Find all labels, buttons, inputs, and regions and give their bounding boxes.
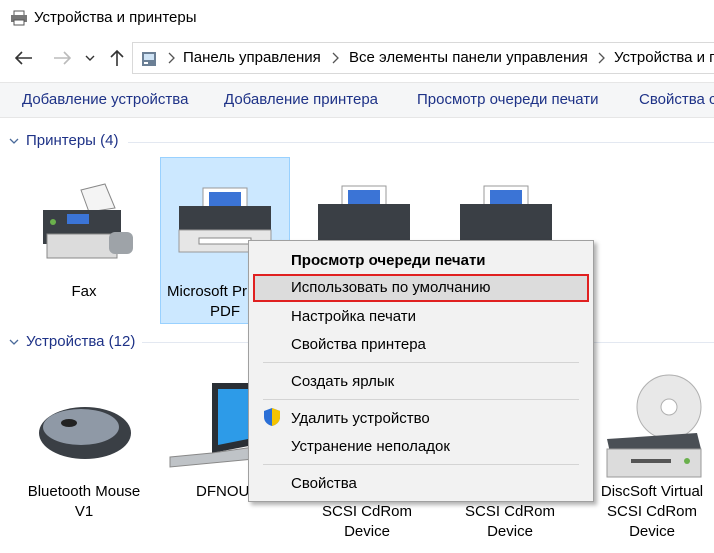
cdrom-icon [606, 374, 702, 478]
group-header-printers[interactable]: Принтеры (4) [8, 132, 118, 149]
device-label-line1: DiscSoft Virtual [600, 483, 704, 500]
device-label-line1: SCSI CdRom [464, 503, 556, 520]
shield-icon [264, 408, 280, 426]
navigation-bar: Панель управления Все элементы панели уп… [0, 38, 714, 78]
chevron-right-icon [598, 52, 605, 64]
see-print-queue-button[interactable]: Просмотр очереди печати [417, 91, 599, 108]
menu-item-remove-device[interactable]: Удалить устройство [291, 410, 430, 427]
chevron-down-icon [85, 55, 95, 61]
group-title-printers: Принтеры (4) [26, 132, 119, 149]
device-printer[interactable] [442, 160, 570, 240]
recent-locations-button[interactable] [82, 47, 98, 69]
device-fax[interactable]: Fax [20, 160, 148, 310]
group-divider [594, 342, 714, 343]
device-label-line2: V1 [74, 503, 94, 520]
forward-button[interactable] [51, 47, 73, 69]
device-bluetooth-mouse[interactable]: Bluetooth Mouse V1 [20, 365, 148, 525]
address-bar[interactable]: Панель управления Все элементы панели уп… [132, 42, 714, 74]
add-device-button[interactable]: Добавление устройства [22, 91, 188, 108]
device-label-line2: Device [344, 523, 390, 540]
group-title-devices: Устройства (12) [26, 333, 136, 350]
device-label-line3: Device [629, 523, 675, 540]
device-label-line2: Device [487, 523, 533, 540]
printer-icon [460, 185, 552, 240]
title-bar: Устройства и принтеры [0, 0, 714, 36]
group-divider [128, 142, 714, 143]
window-title: Устройства и принтеры [34, 9, 197, 26]
breadcrumb-control-panel[interactable]: Панель управления [183, 49, 321, 66]
laptop-icon [169, 383, 254, 468]
device-discsoft-virtual-cdrom[interactable]: DiscSoft Virtual SCSI CdRom Device [588, 365, 714, 550]
arrow-left-icon [15, 51, 32, 65]
command-bar: Добавление устройства Добавление принтер… [0, 82, 714, 118]
arrow-right-icon [54, 51, 71, 65]
properties-button[interactable]: Свойства с [639, 91, 714, 108]
breadcrumb-devices-printers[interactable]: Устройства и п [614, 49, 714, 66]
fax-icon [43, 183, 133, 259]
menu-item-see-print-queue[interactable]: Просмотр очереди печати [291, 252, 486, 269]
menu-item-create-shortcut[interactable]: Создать ярлык [291, 373, 394, 390]
menu-item-troubleshoot[interactable]: Устранение неполадок [291, 438, 450, 455]
group-header-devices[interactable]: Устройства (12) [8, 333, 135, 350]
context-menu: Просмотр очереди печати Использовать по … [248, 240, 594, 502]
device-printer[interactable] [300, 160, 428, 240]
add-printer-button[interactable]: Добавление принтера [224, 91, 378, 108]
breadcrumb-all-items[interactable]: Все элементы панели управления [349, 49, 588, 66]
device-label: Fax [71, 283, 97, 300]
menu-separator [263, 399, 579, 400]
device-label-line1: SCSI CdRom [321, 503, 413, 520]
control-panel-icon [142, 52, 156, 66]
menu-item-set-default[interactable]: Использовать по умолчанию [291, 279, 490, 296]
chevron-right-icon [168, 52, 175, 64]
device-label-line1: Bluetooth Mouse [27, 483, 141, 500]
chevron-down-icon [9, 339, 19, 345]
menu-separator [263, 362, 579, 363]
mouse-icon [39, 407, 131, 459]
menu-item-properties[interactable]: Свойства [291, 475, 357, 492]
back-button[interactable] [13, 47, 35, 69]
group-divider [142, 342, 248, 343]
menu-item-printer-properties[interactable]: Свойства принтера [291, 336, 426, 353]
menu-separator [263, 464, 579, 465]
menu-item-printing-preferences[interactable]: Настройка печати [291, 308, 416, 325]
device-label-line2: SCSI CdRom [606, 503, 698, 520]
chevron-right-icon [332, 52, 339, 64]
printer-icon [318, 185, 410, 240]
chevron-down-icon [9, 138, 19, 144]
up-button[interactable] [106, 47, 128, 69]
arrow-up-icon [110, 49, 124, 66]
printer-icon [11, 10, 27, 26]
